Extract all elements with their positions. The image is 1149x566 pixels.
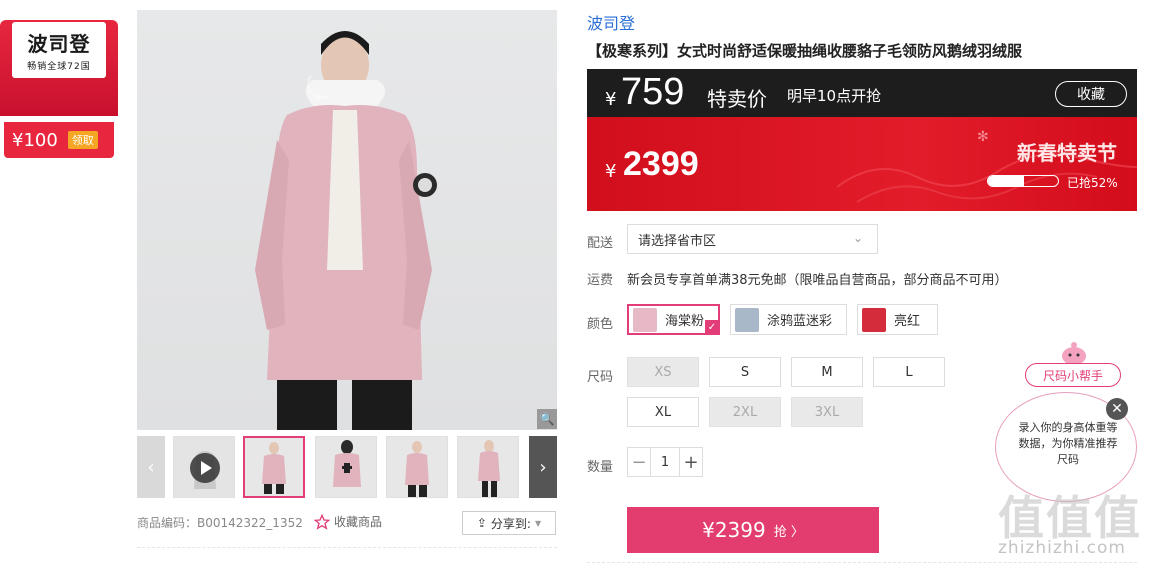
chevron-down-icon: ⌄ xyxy=(852,231,863,245)
sold-progress-fill xyxy=(988,176,1025,186)
shipping-info: 新会员专享首单满38元免邮（限唯品自营商品，部分商品不可用） xyxy=(627,273,1008,288)
size-label: 尺码 xyxy=(587,370,614,385)
color-swatch xyxy=(735,307,759,332)
color-name: 海棠粉 xyxy=(665,314,705,329)
magnifier-icon[interactable]: 🔍 xyxy=(537,409,557,429)
flash-price-label: 特卖价 xyxy=(707,87,767,111)
color-name: 亮红 xyxy=(894,314,921,329)
size-option-2xl: 2XL xyxy=(709,397,781,427)
size-option-3xl: 3XL xyxy=(791,397,863,427)
thumbnail-pink-front[interactable] xyxy=(243,436,305,498)
buy-action: 抢 〉 xyxy=(773,524,804,540)
shipping-label: 运费 xyxy=(587,273,614,288)
buy-button[interactable]: ¥2399 抢 〉 xyxy=(627,507,879,553)
product-title: 【极寒系列】女式时尚舒适保暖抽绳收腰貉子毛领防风鹅绒羽绒服 xyxy=(587,42,1023,60)
sold-progress-text: 已抢52% xyxy=(1067,176,1118,190)
thumbnail-video[interactable] xyxy=(173,436,235,498)
divider xyxy=(587,562,1137,563)
star-icon xyxy=(314,513,330,530)
flash-price-currency: ¥ xyxy=(605,89,617,110)
buy-price: ¥2399 xyxy=(702,518,766,542)
coupon-button[interactable]: ¥100 领取 xyxy=(4,122,114,158)
thumbnail-pink-side[interactable] xyxy=(386,436,448,498)
brand-logo-sub: 畅销全球72国 xyxy=(27,62,91,72)
coupon-claim[interactable]: 领取 xyxy=(67,131,98,149)
share-icon: ⇪ xyxy=(476,516,487,530)
watermark-url: zhizhizhi.com xyxy=(998,538,1126,558)
color-name: 涂鸦蓝迷彩 xyxy=(767,314,833,329)
divider xyxy=(137,547,557,548)
main-product-image[interactable] xyxy=(137,10,557,430)
minus-icon[interactable]: − xyxy=(628,448,650,476)
delivery-label: 配送 xyxy=(587,236,614,251)
flash-start-time: 明早10点开抢 xyxy=(787,87,882,105)
quantity-label: 数量 xyxy=(587,460,614,475)
thumbnail-pink-full[interactable] xyxy=(457,436,519,498)
coupon-amount: ¥100 xyxy=(12,129,58,151)
festival-label: 新春特卖节 xyxy=(1017,141,1117,165)
caret-down-icon: ▼ xyxy=(534,518,542,528)
festival-price-banner: ✻ ¥ 2399 新春特卖节 已抢52% xyxy=(587,117,1137,211)
color-label: 颜色 xyxy=(587,317,614,332)
original-price-currency: ¥ xyxy=(605,161,617,182)
sold-progress-bar xyxy=(987,175,1059,187)
size-helper-text: 录入你的身高体重等数据，为你精准推荐尺码 xyxy=(1018,421,1118,466)
size-option-m[interactable]: M xyxy=(791,357,863,387)
plus-icon[interactable]: + xyxy=(680,448,702,476)
size-option-l[interactable]: L xyxy=(873,357,945,387)
share-dropdown[interactable]: ⇪ 分享到: ▼ xyxy=(462,511,556,535)
brand-logo[interactable]: 波司登 畅销全球72国 xyxy=(12,22,106,78)
color-swatch xyxy=(633,307,657,332)
size-option-s[interactable]: S xyxy=(709,357,781,387)
model-illustration xyxy=(255,31,437,430)
product-code: 商品编码：B00142322_1352 xyxy=(137,516,303,530)
collect-button[interactable]: 收藏 xyxy=(1055,81,1127,107)
favorite-product-link[interactable]: 收藏商品 xyxy=(314,513,382,530)
size-option-xl[interactable]: XL xyxy=(627,397,699,427)
check-icon: ✓ xyxy=(705,320,719,334)
brand-link[interactable]: 波司登 xyxy=(587,10,635,34)
color-option-1[interactable]: 涂鸦蓝迷彩 xyxy=(730,304,847,335)
thumb-prev-chevron-left-icon[interactable]: ‹ xyxy=(137,436,165,498)
share-label: 分享到: xyxy=(490,516,531,531)
thumbnail-pink-back[interactable] xyxy=(315,436,377,498)
size-option-xs: XS xyxy=(627,357,699,387)
close-icon[interactable]: ✕ xyxy=(1106,398,1128,420)
thumb-next-chevron-right-icon[interactable]: › xyxy=(529,436,557,498)
quantity-value[interactable]: 1 xyxy=(650,448,680,476)
flash-price-value: 759 xyxy=(621,71,685,113)
brand-logo-text: 波司登 xyxy=(27,32,91,56)
original-price-value: 2399 xyxy=(623,145,699,183)
favorite-label: 收藏商品 xyxy=(334,515,383,529)
region-select-value: 请选择省市区 xyxy=(638,233,717,249)
color-option-0[interactable]: 海棠粉 ✓ xyxy=(627,304,720,335)
svg-text:✻: ✻ xyxy=(977,129,989,145)
size-helper-tag[interactable]: 尺码小帮手 xyxy=(1025,363,1121,387)
quantity-stepper: − 1 + xyxy=(627,447,703,477)
flash-price-bar: ¥ 759 特卖价 明早10点开抢 收藏 xyxy=(587,69,1137,117)
region-select[interactable]: 请选择省市区 ⌄ xyxy=(627,224,878,254)
color-swatch xyxy=(862,307,886,332)
color-option-2[interactable]: 亮红 xyxy=(857,304,938,335)
